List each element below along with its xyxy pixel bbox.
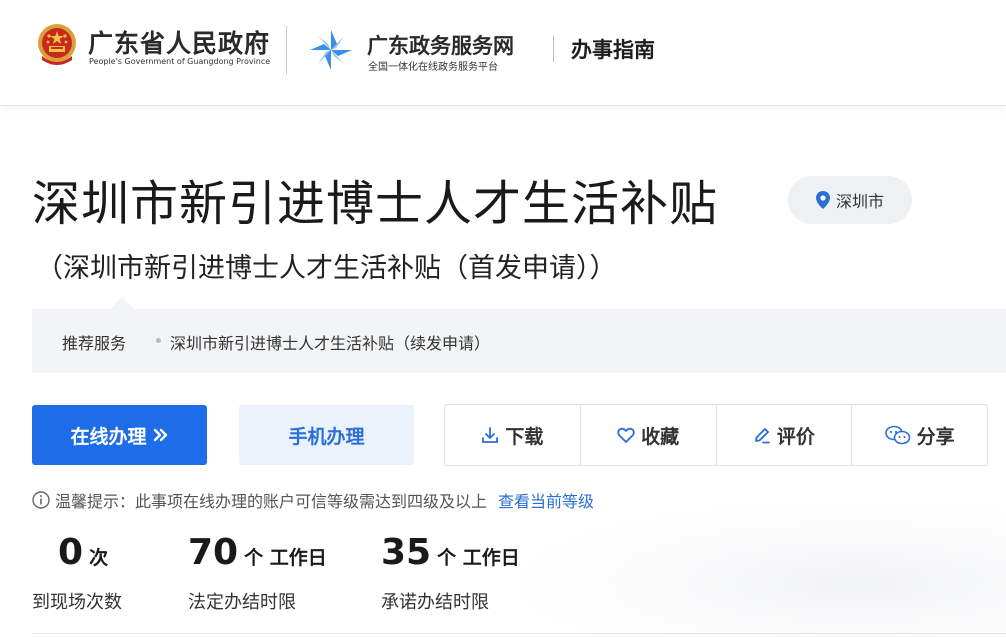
- download-icon: [482, 427, 499, 443]
- header-divider: [286, 26, 287, 74]
- online-handle-label: 在线办理: [70, 425, 147, 448]
- stat-legal-deadline: 70 个 工作日: [188, 532, 327, 573]
- warm-tip: 温馨提示：此事项在线办理的账户可信等级需达到四级及以上 查看当前等级: [32, 488, 594, 512]
- bullet-dot: [156, 338, 161, 343]
- download-label: 下载: [505, 425, 544, 448]
- stat-label: 法定办结时限: [188, 592, 296, 613]
- recommend-pointer: [110, 297, 134, 309]
- header-divider-2: [553, 36, 554, 62]
- section-title: 办事指南: [571, 38, 655, 62]
- stat-unit: 次: [89, 547, 109, 569]
- share-button[interactable]: 分享: [852, 405, 987, 465]
- stat-label: 承诺办结时限: [381, 592, 489, 613]
- top-header: 广东省人民政府 People's Government of Guangdong…: [0, 0, 1006, 106]
- page-title: 深圳市新引进博士人才生活补贴: [32, 176, 719, 232]
- gov-name-english: People's Government of Guangdong Provinc…: [89, 57, 271, 66]
- mobile-handle-label: 手机办理: [288, 425, 365, 448]
- stat-visits: 0次: [58, 532, 108, 573]
- action-toolbar: 下载 收藏 评价 分享: [444, 404, 988, 466]
- review-label: 评价: [776, 425, 815, 448]
- location-pin-icon: [815, 191, 830, 209]
- stat-label: 到现场次数: [32, 592, 122, 613]
- page-subtitle: （深圳市新引进博士人才生活补贴（首发申请））: [36, 253, 617, 284]
- mobile-handle-button[interactable]: 手机办理: [239, 405, 414, 465]
- stat-unit: 个 工作日: [244, 547, 327, 569]
- tip-text: 温馨提示：此事项在线办理的账户可信等级需达到四级及以上: [55, 492, 488, 511]
- recommended-services-label: 推荐服务: [62, 334, 127, 353]
- service-network-name[interactable]: 广东政务服务网: [367, 30, 514, 60]
- background-glow: [506, 500, 1006, 638]
- service-network-subtitle: 全国一体化在线政务服务平台: [368, 62, 498, 73]
- service-network-logo-icon: [310, 30, 352, 70]
- share-label: 分享: [916, 425, 955, 448]
- wechat-icon: [884, 425, 910, 445]
- stat-value: 0: [58, 532, 84, 573]
- view-trust-level-link[interactable]: 查看当前等级: [498, 488, 594, 512]
- info-icon: [32, 491, 50, 509]
- favorite-button[interactable]: 收藏: [581, 405, 717, 465]
- section-divider: [32, 633, 1006, 634]
- stat-value: 70: [188, 532, 239, 573]
- stat-promised-deadline: 35 个 工作日: [381, 532, 520, 573]
- stat-value: 35: [381, 532, 432, 573]
- online-handle-button[interactable]: 在线办理: [32, 405, 207, 465]
- national-emblem-icon: [38, 24, 76, 65]
- gov-name[interactable]: 广东省人民政府: [88, 24, 270, 60]
- region-label: 深圳市: [835, 192, 884, 211]
- heart-icon: [617, 427, 635, 443]
- recommended-service-link[interactable]: 深圳市新引进博士人才生活补贴（续发申请）: [170, 330, 490, 354]
- edit-pencil-icon: [754, 428, 770, 444]
- favorite-label: 收藏: [641, 425, 680, 448]
- stat-unit: 个 工作日: [437, 547, 520, 569]
- double-chevron-right-icon: [153, 428, 167, 442]
- region-tag[interactable]: 深圳市: [788, 176, 912, 224]
- review-button[interactable]: 评价: [717, 405, 853, 465]
- download-button[interactable]: 下载: [445, 405, 581, 465]
